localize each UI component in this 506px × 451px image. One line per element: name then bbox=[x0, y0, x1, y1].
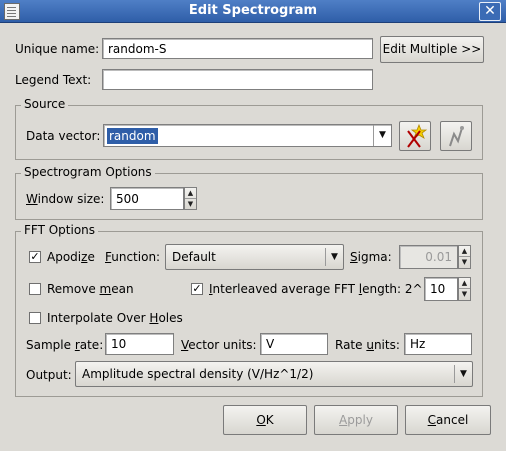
spectrogram-options-title: Spectrogram Options bbox=[21, 165, 155, 179]
interpolate-holes-label: Interpolate Over Holes bbox=[47, 311, 183, 325]
output-value: Amplitude spectral density (V/Hz^1/2) bbox=[82, 367, 314, 381]
output-label: Output: bbox=[26, 368, 72, 382]
apply-button[interactable]: Apply bbox=[314, 405, 398, 435]
sigma-stepper[interactable]: ▲ ▼ bbox=[458, 245, 471, 269]
remove-mean-checkbox[interactable] bbox=[29, 283, 41, 295]
window-title: Edit Spectrogram bbox=[188, 3, 318, 18]
function-value: Default bbox=[172, 250, 216, 264]
legend-text-label: Legend Text: bbox=[15, 73, 92, 87]
title-bar: Edit Spectrogram ✕ bbox=[0, 0, 506, 23]
spin-up-icon[interactable]: ▲ bbox=[185, 188, 196, 199]
cancel-button[interactable]: Cancel bbox=[405, 405, 491, 435]
sample-rate-input[interactable]: 10 bbox=[105, 333, 174, 355]
spin-down-icon[interactable]: ▼ bbox=[185, 199, 196, 210]
fft-length-stepper[interactable]: ▲ ▼ bbox=[458, 277, 471, 301]
edit-vector-button[interactable] bbox=[440, 121, 472, 151]
legend-text-input[interactable] bbox=[102, 69, 373, 90]
new-vector-wizard-button[interactable] bbox=[399, 121, 431, 151]
chevron-down-icon[interactable]: ▼ bbox=[454, 365, 472, 383]
fft-length-input[interactable]: 10 bbox=[424, 277, 458, 301]
sample-rate-label: Sample rate: bbox=[26, 338, 104, 352]
spin-up-icon[interactable]: ▲ bbox=[459, 246, 470, 257]
function-combo[interactable]: Default ▼ bbox=[165, 244, 344, 270]
spin-down-icon[interactable]: ▼ bbox=[459, 289, 470, 300]
window-size-label: Window size: bbox=[26, 192, 105, 206]
new-vector-wizard-icon bbox=[407, 123, 428, 148]
sigma-label: Sigma: bbox=[350, 250, 392, 264]
window-size-stepper[interactable]: ▲ ▼ bbox=[184, 187, 197, 210]
fft-options-title: FFT Options bbox=[21, 223, 99, 237]
output-combo[interactable]: Amplitude spectral density (V/Hz^1/2) ▼ bbox=[75, 361, 473, 387]
fft-length-label: FFT length: 2^ bbox=[334, 282, 423, 296]
interleaved-average-label: Interleaved average bbox=[209, 282, 331, 296]
remove-mean-label: Remove mean bbox=[47, 282, 134, 296]
ok-button[interactable]: OK bbox=[223, 405, 307, 435]
vector-units-input[interactable]: V bbox=[260, 333, 328, 355]
interpolate-holes-checkbox[interactable] bbox=[29, 312, 41, 324]
edit-multiple-button[interactable]: Edit Multiple >> bbox=[380, 36, 484, 63]
interleaved-average-checkbox[interactable]: ✓ bbox=[191, 283, 203, 295]
source-group-title: Source bbox=[21, 97, 69, 111]
data-vector-value: random bbox=[107, 128, 158, 144]
window-size-input[interactable]: 500 bbox=[110, 187, 184, 210]
rate-units-input[interactable]: Hz bbox=[404, 333, 472, 355]
edit-vector-icon bbox=[449, 126, 464, 147]
unique-name-label: Unique name: bbox=[15, 42, 100, 56]
rate-units-label: Rate units: bbox=[335, 338, 400, 352]
apodize-label: Apodize bbox=[47, 250, 95, 264]
vector-units-label: Vector units: bbox=[181, 338, 257, 352]
spin-down-icon[interactable]: ▼ bbox=[459, 257, 470, 268]
sigma-input[interactable]: 0.01 bbox=[399, 245, 458, 269]
chevron-down-icon[interactable]: ▼ bbox=[325, 248, 343, 266]
apodize-checkbox[interactable]: ✓ bbox=[29, 251, 41, 263]
data-vector-label: Data vector: bbox=[26, 129, 101, 143]
chevron-down-icon[interactable]: ▼ bbox=[373, 125, 391, 146]
unique-name-input[interactable]: random-S bbox=[102, 38, 373, 59]
data-vector-combo[interactable]: random ▼ bbox=[103, 124, 392, 147]
close-button[interactable]: ✕ bbox=[479, 2, 501, 21]
spin-up-icon[interactable]: ▲ bbox=[459, 278, 470, 289]
function-label: Function: bbox=[105, 250, 161, 264]
